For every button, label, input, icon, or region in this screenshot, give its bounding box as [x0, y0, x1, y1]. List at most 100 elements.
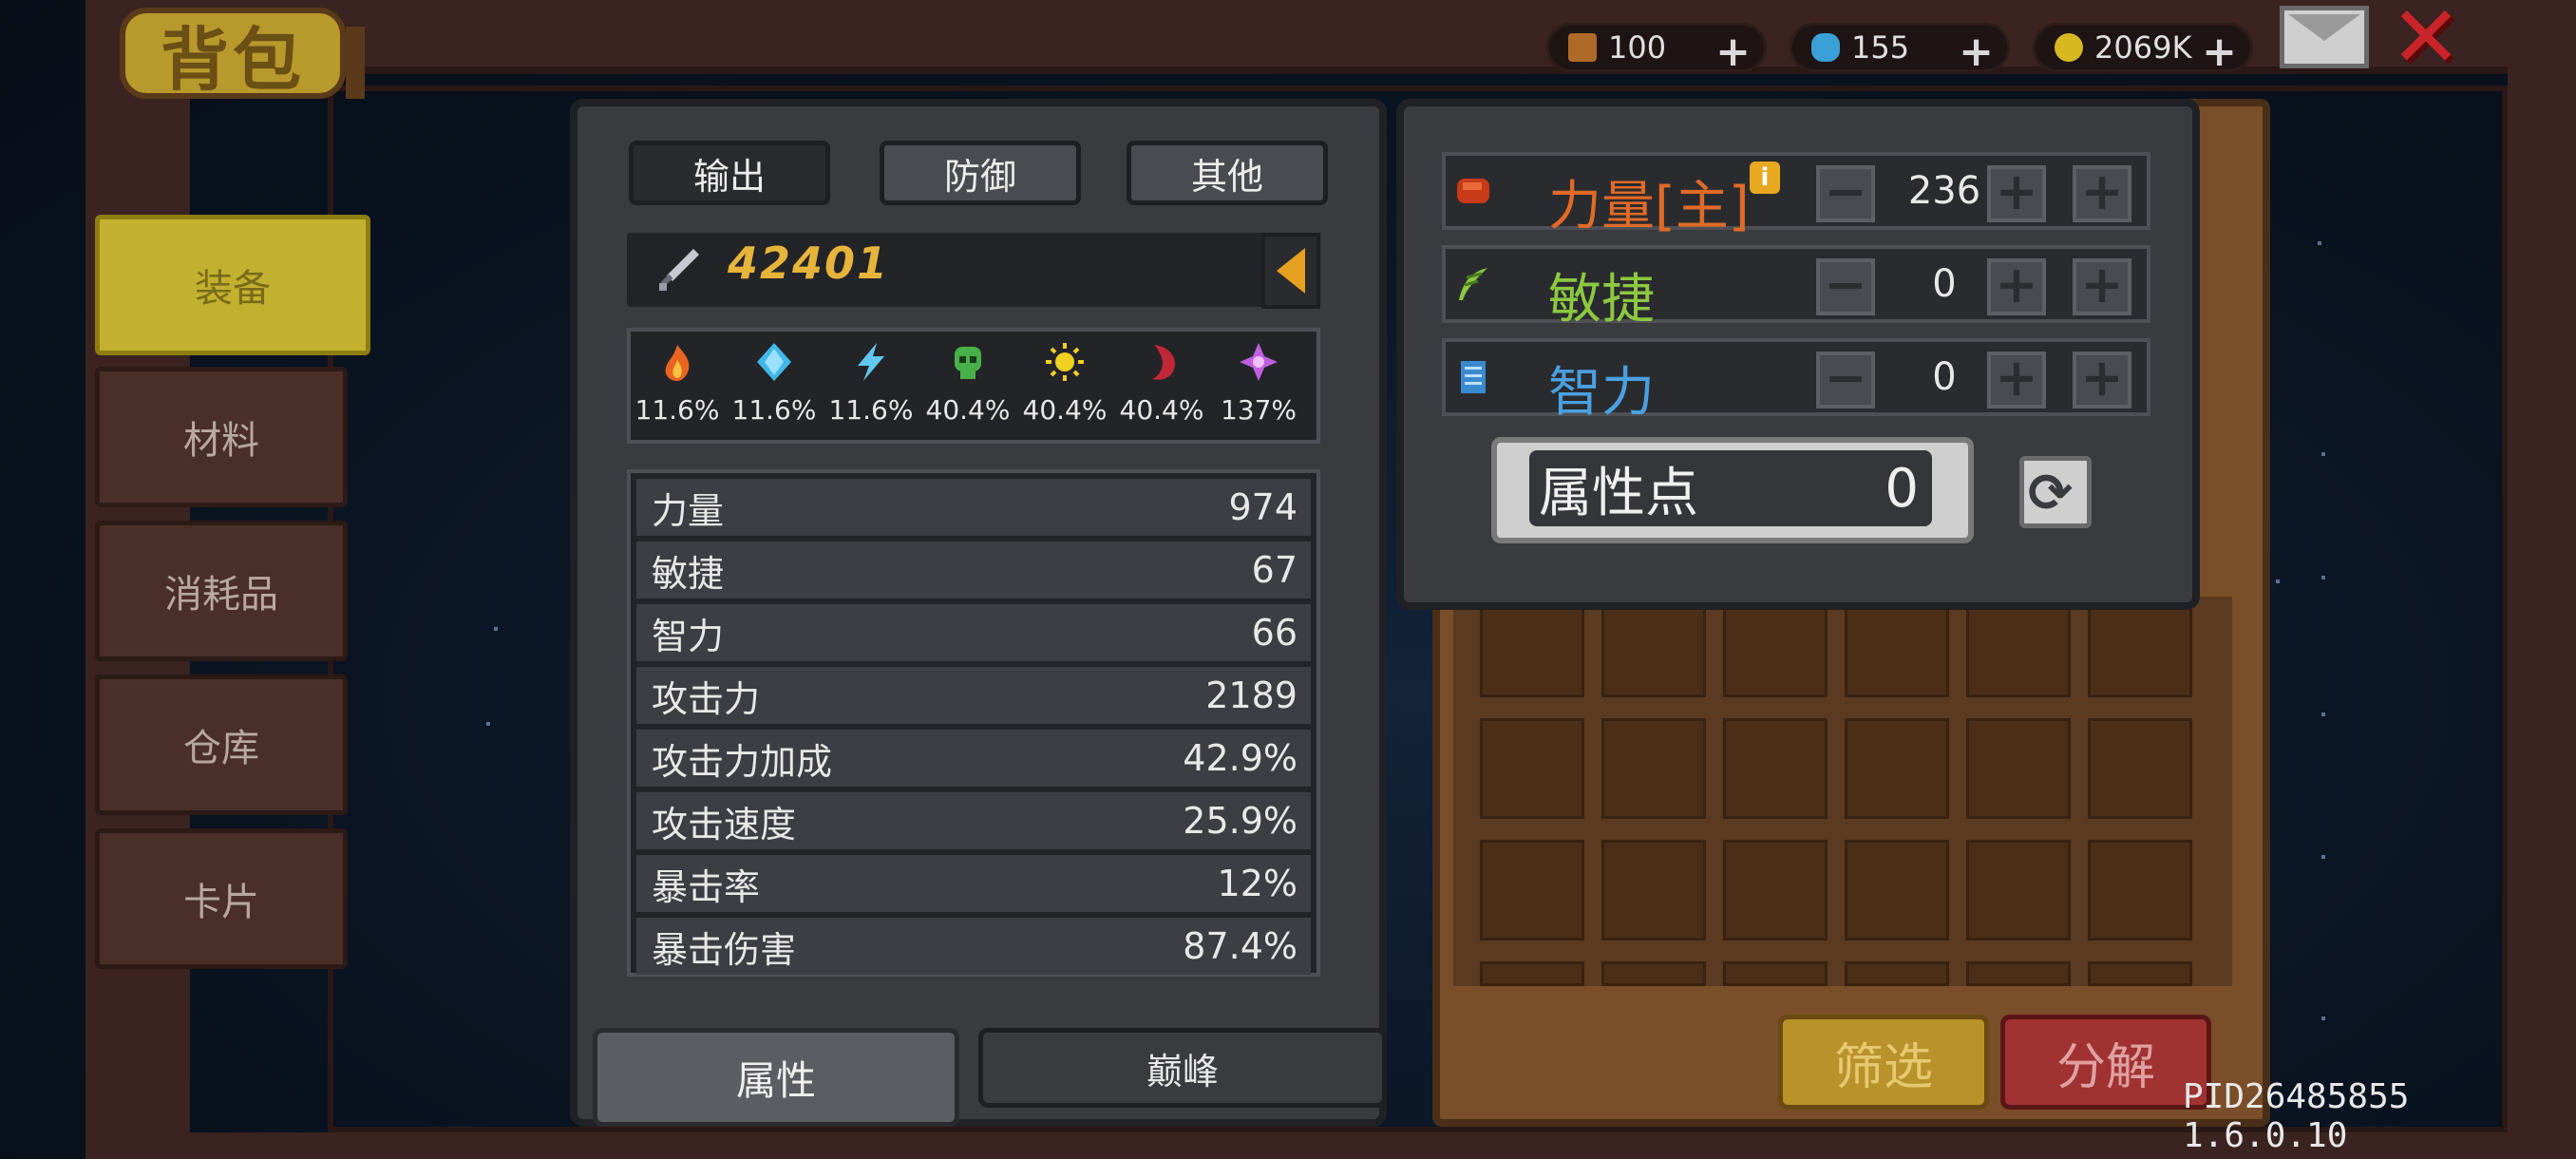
- alloc-row-strength: 力量[主] − 236 + +: [1442, 152, 2150, 238]
- element-pct: 40.4%: [1022, 394, 1108, 426]
- decrease-button[interactable]: −: [1816, 258, 1875, 315]
- element-pct: 40.4%: [1119, 394, 1204, 426]
- filter-button[interactable]: 筛选: [1778, 1015, 1989, 1110]
- attr-value: 2189: [1205, 674, 1297, 716]
- currency-pill-gold: 2069K +: [2033, 23, 2253, 76]
- ice-crystal-icon: [757, 343, 791, 381]
- decrease-button[interactable]: −: [1816, 165, 1875, 222]
- inventory-slot[interactable]: [1845, 597, 1949, 697]
- inventory-slot[interactable]: [2088, 597, 2192, 697]
- element-pct: 11.6%: [731, 394, 817, 426]
- increase-button[interactable]: +: [1987, 258, 2046, 315]
- add-currency-button[interactable]: +: [1959, 28, 1994, 76]
- attr-label: 力量: [652, 489, 725, 532]
- add-currency-button[interactable]: +: [1715, 28, 1751, 76]
- decompose-button[interactable]: 分解: [2000, 1015, 2211, 1110]
- inventory-slot[interactable]: [1845, 840, 1949, 940]
- points-label: 属性点: [1539, 462, 1698, 524]
- inventory-slot[interactable]: [2088, 961, 2192, 986]
- inventory-slot[interactable]: [1966, 961, 2071, 986]
- inventory-slot[interactable]: [1845, 961, 1949, 986]
- tab-output[interactable]: 输出: [629, 141, 830, 205]
- info-badge-icon[interactable]: i: [1750, 162, 1780, 194]
- attribute-table: 力量 974 敏捷 67 智力 66 攻击力 2189 攻击力加成 42.9% 攻击速度 2…: [627, 469, 1320, 977]
- currency-pill-gem: 155 +: [1790, 23, 2010, 76]
- inventory-slot[interactable]: [1480, 718, 1584, 819]
- tab-peak[interactable]: 巅峰: [978, 1028, 1387, 1108]
- increase-many-button[interactable]: +: [2073, 352, 2131, 408]
- sidebar-item-consumables[interactable]: 消耗品: [95, 521, 348, 661]
- inventory-slot[interactable]: [2088, 840, 2192, 940]
- inventory-slot[interactable]: [1480, 597, 1584, 697]
- increase-button[interactable]: +: [1987, 352, 2046, 408]
- increase-many-button[interactable]: +: [2073, 165, 2131, 222]
- increase-button[interactable]: +: [1987, 165, 2046, 222]
- inventory-slot[interactable]: [1480, 840, 1584, 940]
- inventory-slot[interactable]: [1966, 718, 2071, 819]
- increase-many-button[interactable]: +: [2073, 258, 2131, 315]
- inventory-slot[interactable]: [1723, 597, 1828, 697]
- inventory-slot[interactable]: [1723, 718, 1828, 819]
- add-currency-button[interactable]: +: [2202, 28, 2237, 76]
- inventory-slot[interactable]: [1845, 718, 1949, 819]
- inventory-slot[interactable]: [1480, 961, 1584, 986]
- tab-other[interactable]: 其他: [1127, 141, 1328, 205]
- element-pct: 11.6%: [828, 394, 914, 426]
- gem-icon: [1811, 33, 1840, 62]
- attr-value: 87.4%: [1183, 925, 1297, 967]
- sidebar-item-equipment[interactable]: 装备: [95, 215, 370, 355]
- element-pct: 40.4%: [925, 394, 1011, 426]
- alloc-value: 0: [1932, 355, 1957, 399]
- element-ice: 11.6%: [731, 332, 817, 426]
- element-arcane: 137%: [1216, 332, 1301, 426]
- attribute-points: 属性点 0: [1529, 450, 1932, 526]
- poison-skull-icon: [955, 347, 981, 379]
- alloc-label: 力量[主]: [1548, 176, 1750, 238]
- decrease-button[interactable]: −: [1816, 352, 1875, 408]
- alloc-row-intelligence: 智力 − 0 + +: [1442, 338, 2150, 424]
- tab-attributes[interactable]: 属性: [593, 1028, 959, 1127]
- guitar-icon: [1568, 33, 1597, 62]
- inventory-slot[interactable]: [1723, 961, 1828, 986]
- collapse-arrow-icon[interactable]: [1261, 233, 1320, 309]
- tab-defense[interactable]: 防御: [880, 141, 1081, 205]
- bottom-frame: [85, 1132, 2519, 1159]
- inventory-slot[interactable]: [1966, 597, 2071, 697]
- attr-value: 42.9%: [1183, 737, 1297, 779]
- inventory-slot[interactable]: [2088, 718, 2192, 819]
- alloc-value: 236: [1907, 169, 1981, 213]
- right-frame: [2508, 0, 2576, 1159]
- close-icon[interactable]: ✕: [2386, 0, 2466, 81]
- lightning-icon: [858, 343, 884, 381]
- sidebar-item-materials[interactable]: 材料: [95, 367, 348, 507]
- inventory-slot[interactable]: [1601, 840, 1706, 940]
- reset-refresh-icon[interactable]: ⟳: [2019, 456, 2092, 528]
- inventory-slot[interactable]: [1601, 718, 1706, 819]
- player-id-version: PID26485855 1.6.0.10: [2183, 1077, 2410, 1155]
- table-row: 攻击力加成 42.9%: [636, 730, 1311, 787]
- currency-value: 2069K: [2094, 29, 2192, 66]
- arcane-star-icon: [1240, 343, 1278, 381]
- inventory-slot[interactable]: [1966, 840, 2071, 940]
- inventory-slot[interactable]: [1723, 840, 1828, 940]
- inventory-grid: [1453, 597, 2232, 986]
- light-sun-icon: [1046, 343, 1084, 381]
- feather-icon: [1459, 268, 1487, 300]
- element-light: 40.4%: [1022, 332, 1108, 426]
- alloc-label: 智力: [1548, 362, 1655, 424]
- sidebar-item-warehouse[interactable]: 仓库: [95, 674, 348, 815]
- inventory-slot[interactable]: [1601, 597, 1706, 697]
- inventory-slot[interactable]: [1601, 961, 1706, 986]
- mail-icon[interactable]: [2280, 6, 2369, 68]
- element-pct: 137%: [1220, 394, 1297, 426]
- element-lightning: 11.6%: [828, 332, 914, 426]
- sidebar-item-cards[interactable]: 卡片: [95, 828, 348, 969]
- table-row: 暴击率 12%: [636, 855, 1311, 912]
- table-row: 智力 66: [636, 604, 1311, 661]
- dark-moon-icon: [1152, 345, 1175, 380]
- attr-label: 暴击率: [652, 865, 761, 908]
- attr-label: 攻击力加成: [652, 740, 833, 783]
- attr-value: 67: [1251, 549, 1297, 591]
- alloc-label: 敏捷: [1548, 269, 1655, 331]
- currency-value: 100: [1608, 29, 1667, 66]
